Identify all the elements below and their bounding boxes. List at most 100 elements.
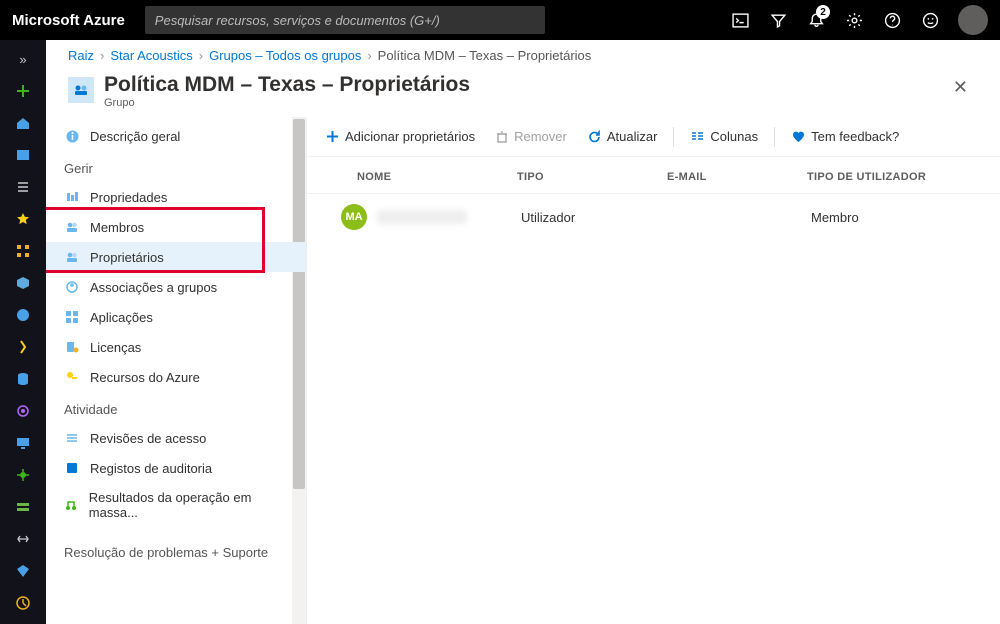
nav-properties[interactable]: Propriedades (46, 182, 306, 212)
load-balancer-icon[interactable] (0, 462, 46, 488)
monitor-icon[interactable] (0, 590, 46, 616)
apps-icon (64, 309, 80, 325)
search-input[interactable] (145, 6, 545, 34)
nav-label: Licenças (90, 340, 141, 355)
crumb-link[interactable]: Raiz (68, 48, 94, 63)
add-owners-button[interactable]: Adicionar proprietários (317, 125, 483, 148)
vm-icon[interactable] (0, 430, 46, 456)
row-avatar: MA (341, 204, 367, 230)
all-services-icon[interactable] (0, 238, 46, 264)
nav-bulk-results[interactable]: Resultados da operação em massa... (46, 483, 306, 527)
aad-icon[interactable] (0, 558, 46, 584)
nav-access-reviews[interactable]: Revisões de acesso (46, 423, 306, 453)
scrollbar-thumb[interactable] (293, 119, 305, 489)
members-icon (64, 219, 80, 235)
nav-licenses[interactable]: Licenças (46, 332, 306, 362)
notifications-icon[interactable]: 2 (798, 0, 834, 40)
nav-label: Recursos do Azure (90, 370, 200, 385)
page-header: Política MDM – Texas – Proprietários Gru… (46, 63, 1000, 117)
function-icon[interactable] (0, 334, 46, 360)
cmd-label: Colunas (710, 129, 758, 144)
dashboard-icon[interactable] (0, 142, 46, 168)
cloud-shell-icon[interactable] (722, 0, 758, 40)
expand-rail-icon[interactable]: » (0, 46, 46, 72)
cmd-label: Adicionar proprietários (345, 129, 475, 144)
nav-label: Descrição geral (90, 129, 180, 144)
scrollbar-track[interactable] (292, 117, 306, 624)
feedback-button[interactable]: Tem feedback? (783, 125, 907, 148)
audit-icon (64, 460, 80, 476)
page-title: Política MDM – Texas – Proprietários (104, 73, 470, 97)
access-reviews-icon (64, 430, 80, 446)
nav-owners[interactable]: Proprietários (46, 242, 306, 272)
home-icon[interactable] (0, 110, 46, 136)
nav-applications[interactable]: Aplicações (46, 302, 306, 332)
create-resource-icon[interactable] (0, 78, 46, 104)
columns-button[interactable]: Colunas (682, 125, 766, 148)
nav-label: Membros (90, 220, 144, 235)
col-header-email[interactable]: E-MAIL (667, 171, 807, 183)
refresh-icon (587, 129, 602, 144)
key-icon (64, 369, 80, 385)
storage-icon[interactable] (0, 494, 46, 520)
col-header-name[interactable]: NOME (357, 171, 517, 183)
nav-section-activity: Atividade (46, 392, 306, 423)
nav-section-support: Resolução de problemas + Suporte (46, 527, 306, 566)
left-rail: » (0, 40, 46, 624)
top-icons: 2 (722, 0, 988, 40)
cmd-label: Tem feedback? (811, 129, 899, 144)
brand: Microsoft Azure (12, 12, 125, 29)
nav-label: Associações a grupos (90, 280, 217, 295)
nav-label: Propriedades (90, 190, 167, 205)
owners-icon (64, 249, 80, 265)
nav-label: Aplicações (90, 310, 153, 325)
feedback-smile-icon[interactable] (912, 0, 948, 40)
top-bar: Microsoft Azure 2 (0, 0, 1000, 40)
cmd-label: Atualizar (607, 129, 658, 144)
crumb-link[interactable]: Star Acoustics (110, 48, 192, 63)
close-button[interactable]: ✕ (945, 73, 976, 102)
row-type: Utilizador (521, 210, 671, 225)
detail-pane: Adicionar proprietários Remover Atualiza… (306, 117, 1000, 624)
crumb-link[interactable]: Grupos – Todos os grupos (209, 48, 361, 63)
heart-icon (791, 129, 806, 144)
nav-overview[interactable]: Descrição geral (46, 121, 306, 151)
col-header-usertype[interactable]: TIPO DE UTILIZADOR (807, 171, 990, 183)
bulk-icon (64, 497, 79, 513)
licenses-icon (64, 339, 80, 355)
crumb-current: Política MDM – Texas – Proprietários (378, 48, 592, 63)
nav-members[interactable]: Membros (46, 212, 306, 242)
trash-icon (495, 130, 509, 144)
search-wrap (145, 6, 545, 34)
list-icon[interactable] (0, 174, 46, 200)
table-header: NOME TIPO E-MAIL TIPO DE UTILIZADOR (307, 157, 1000, 193)
separator (774, 127, 775, 147)
row-name-redacted: hidden (377, 210, 467, 224)
breadcrumb: Raiz› Star Acoustics› Grupos – Todos os … (46, 40, 1000, 63)
memberships-icon (64, 279, 80, 295)
help-icon[interactable] (874, 0, 910, 40)
filter-icon[interactable] (760, 0, 796, 40)
command-bar: Adicionar proprietários Remover Atualiza… (307, 117, 1000, 157)
network-icon[interactable] (0, 526, 46, 552)
row-usertype: Membro (811, 210, 990, 225)
nav-audit-logs[interactable]: Registos de auditoria (46, 453, 306, 483)
cosmos-icon[interactable] (0, 398, 46, 424)
nav-group-memberships[interactable]: Associações a grupos (46, 272, 306, 302)
refresh-button[interactable]: Atualizar (579, 125, 666, 148)
sql-icon[interactable] (0, 366, 46, 392)
nav-label: Registos de auditoria (90, 461, 212, 476)
nav-label: Proprietários (90, 250, 164, 265)
plus-icon (325, 129, 340, 144)
col-header-type[interactable]: TIPO (517, 171, 667, 183)
nav-azure-resources[interactable]: Recursos do Azure (46, 362, 306, 392)
columns-icon (690, 129, 705, 144)
favorites-icon[interactable] (0, 206, 46, 232)
remove-button: Remover (487, 125, 575, 148)
table-row[interactable]: MA hidden Utilizador Membro (307, 193, 1000, 240)
nav-section-manage: Gerir (46, 151, 306, 182)
cube-icon[interactable] (0, 270, 46, 296)
settings-icon[interactable] (836, 0, 872, 40)
user-avatar[interactable] (958, 5, 988, 35)
globe-icon[interactable] (0, 302, 46, 328)
